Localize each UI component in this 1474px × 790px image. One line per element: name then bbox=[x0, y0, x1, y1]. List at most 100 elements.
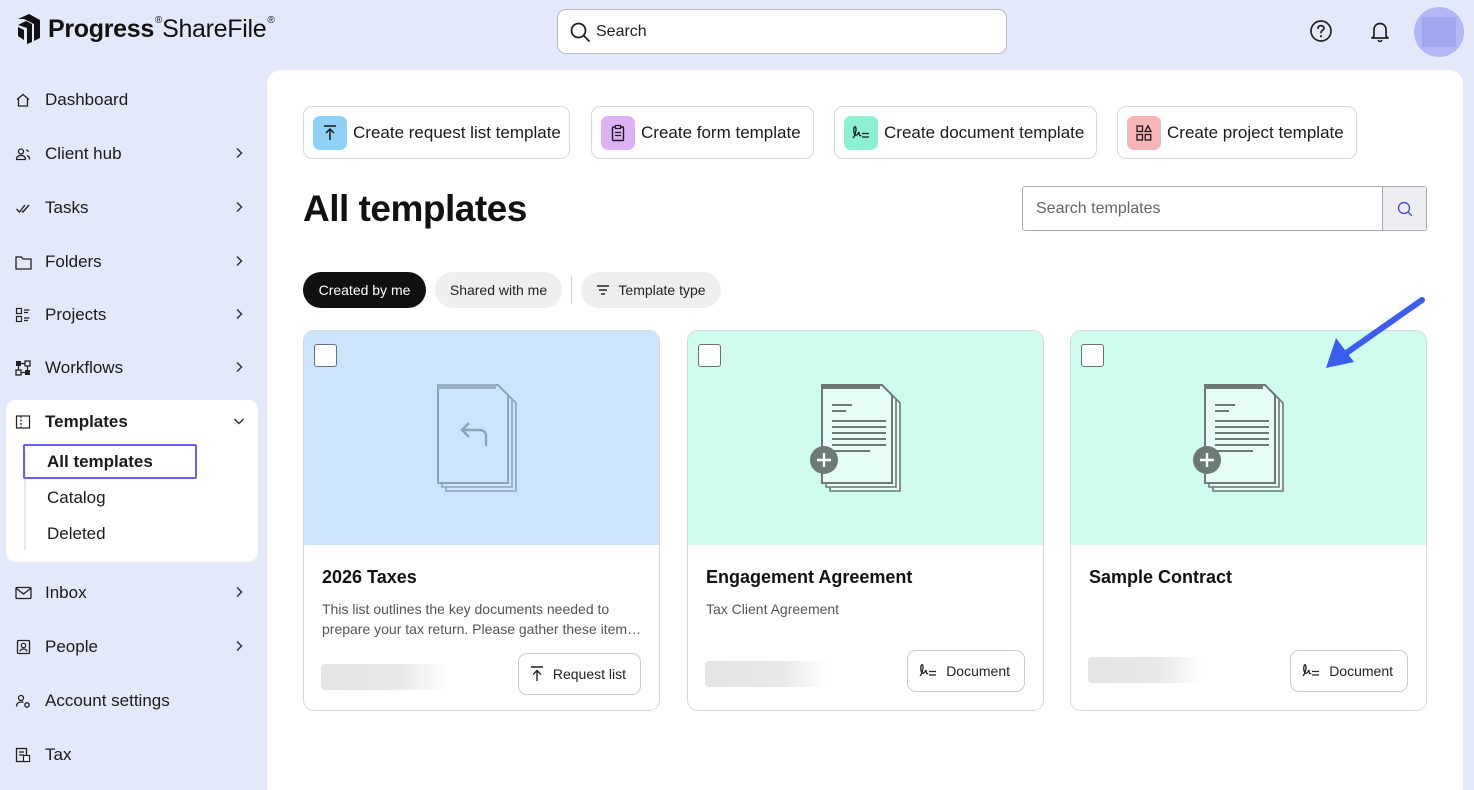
upload-icon bbox=[530, 666, 543, 681]
document-template-icon bbox=[1193, 384, 1284, 492]
create-button-label: Create document template bbox=[884, 122, 1085, 142]
create-form-template-button[interactable]: Create form template bbox=[591, 106, 814, 159]
sidebar-item-inbox[interactable]: Inbox bbox=[14, 578, 254, 608]
card-description: This list outlines the key documents nee… bbox=[322, 601, 635, 637]
sidebar-item-label: Account settings bbox=[45, 691, 170, 710]
template-card[interactable]: Sample Contract Document bbox=[1070, 330, 1427, 711]
sidebar-item-workflows[interactable]: Workflows bbox=[14, 353, 254, 383]
chevron-right-icon bbox=[236, 308, 243, 320]
sidebar-item-label: Projects bbox=[45, 305, 107, 324]
card-type-badge: Document bbox=[1290, 650, 1408, 692]
help-circle-icon[interactable] bbox=[1309, 19, 1333, 43]
card-type-badge: Request list bbox=[517, 653, 641, 695]
account-settings-icon bbox=[14, 692, 32, 710]
create-project-template-button[interactable]: Create project template bbox=[1117, 106, 1357, 159]
bell-icon[interactable] bbox=[1368, 19, 1392, 43]
logo-brand: Progress bbox=[48, 14, 154, 43]
filter-template-type[interactable]: Template type bbox=[581, 272, 721, 308]
template-search[interactable] bbox=[1022, 186, 1427, 231]
logo-product: ShareFile bbox=[162, 14, 267, 43]
signature-icon bbox=[1302, 664, 1320, 677]
sidebar-item-label: Tasks bbox=[45, 198, 89, 217]
global-search-input[interactable] bbox=[596, 22, 976, 41]
blurred-metadata bbox=[321, 664, 449, 690]
home-icon bbox=[14, 91, 32, 109]
search-icon bbox=[570, 22, 590, 42]
clipboard-icon bbox=[601, 115, 635, 150]
sidebar-item-client-hub[interactable]: Client hub bbox=[14, 139, 254, 169]
global-search[interactable] bbox=[557, 9, 1007, 54]
shapes-icon bbox=[1127, 115, 1161, 150]
chevron-right-icon bbox=[236, 255, 243, 267]
card-type-label: Document bbox=[1329, 663, 1393, 679]
create-document-template-button[interactable]: Create document template bbox=[834, 106, 1097, 159]
chevron-right-icon bbox=[236, 640, 243, 652]
request-list-document-icon bbox=[437, 384, 517, 492]
document-template-icon bbox=[810, 384, 901, 492]
card-type-badge: Document bbox=[907, 650, 1025, 692]
template-card[interactable]: Engagement Agreement Tax Client Agreemen… bbox=[687, 330, 1044, 711]
sidebar-item-label: Dashboard bbox=[45, 90, 129, 109]
create-button-label: Create request list template bbox=[353, 122, 561, 142]
workflows-icon bbox=[14, 359, 32, 377]
create-request-list-template-button[interactable]: Create request list template bbox=[303, 106, 570, 159]
card-title: 2026 Taxes bbox=[322, 567, 417, 587]
card-type-label: Document bbox=[946, 663, 1010, 679]
template-search-input[interactable] bbox=[1023, 187, 1382, 230]
sidebar-item-projects[interactable]: Projects bbox=[14, 300, 254, 330]
filter-template-type-label: Template type bbox=[618, 282, 706, 298]
people-icon bbox=[14, 638, 32, 656]
filter-shared-with-me[interactable]: Shared with me bbox=[435, 272, 562, 308]
sidebar-item-dashboard[interactable]: Dashboard bbox=[14, 85, 254, 115]
card-checkbox[interactable] bbox=[314, 344, 337, 367]
progress-logo-icon bbox=[18, 14, 40, 44]
client-hub-icon bbox=[14, 145, 32, 163]
sidebar-item-folders[interactable]: Folders bbox=[14, 247, 254, 277]
template-card[interactable]: 2026 Taxes This list outlines the key do… bbox=[303, 330, 660, 711]
card-title: Sample Contract bbox=[1089, 567, 1233, 587]
signature-icon bbox=[919, 664, 937, 677]
sidebar-item-people[interactable]: People bbox=[14, 632, 254, 662]
sidebar-item-label: Folders bbox=[45, 252, 102, 271]
sidebar-item-templates[interactable]: Templates bbox=[14, 407, 254, 437]
sidebar-item-tax[interactable]: Tax bbox=[14, 740, 254, 770]
create-button-label: Create form template bbox=[641, 122, 801, 142]
template-search-button[interactable] bbox=[1382, 187, 1426, 230]
sidebar-item-tasks[interactable]: Tasks bbox=[14, 193, 254, 223]
chevron-down-icon bbox=[233, 418, 245, 425]
chevron-right-icon bbox=[236, 586, 243, 598]
inbox-icon bbox=[14, 584, 32, 602]
sidebar-item-label: Workflows bbox=[45, 358, 124, 377]
signature-icon bbox=[844, 115, 878, 150]
user-avatar[interactable] bbox=[1414, 7, 1464, 57]
sidebar-sub-catalog[interactable]: Catalog bbox=[47, 488, 106, 508]
filter-divider bbox=[571, 276, 572, 304]
page-title: All templates bbox=[303, 188, 527, 229]
projects-icon bbox=[14, 306, 32, 324]
sidebar-sub-all-templates[interactable]: All templates bbox=[47, 452, 153, 472]
sidebar-item-label: Templates bbox=[45, 412, 128, 431]
blurred-metadata bbox=[705, 661, 829, 687]
search-icon bbox=[1397, 201, 1412, 216]
sidebar-item-label: Tax bbox=[45, 745, 72, 764]
upload-icon bbox=[313, 115, 347, 150]
filter-lines-icon bbox=[597, 285, 610, 295]
templates-icon bbox=[14, 413, 32, 431]
card-checkbox[interactable] bbox=[698, 344, 721, 367]
sidebar-item-label: Client hub bbox=[45, 144, 122, 163]
create-button-label: Create project template bbox=[1167, 122, 1344, 142]
sidebar-item-label: People bbox=[45, 637, 98, 656]
chevron-right-icon bbox=[236, 147, 243, 159]
progress-sharefile-logo[interactable]: Progress®ShareFile® bbox=[16, 14, 275, 44]
sidebar-item-label: Inbox bbox=[45, 583, 87, 602]
chevron-right-icon bbox=[236, 201, 243, 213]
card-title: Engagement Agreement bbox=[706, 567, 913, 587]
sidebar-sub-deleted[interactable]: Deleted bbox=[47, 524, 106, 544]
chevron-right-icon bbox=[236, 361, 243, 373]
sidebar-item-account-settings[interactable]: Account settings bbox=[14, 686, 254, 716]
card-type-label: Request list bbox=[552, 666, 626, 682]
annotation-arrow-icon bbox=[1326, 297, 1425, 368]
filter-created-by-me[interactable]: Created by me bbox=[303, 272, 426, 308]
blurred-metadata bbox=[1088, 657, 1204, 683]
card-checkbox[interactable] bbox=[1081, 344, 1104, 367]
